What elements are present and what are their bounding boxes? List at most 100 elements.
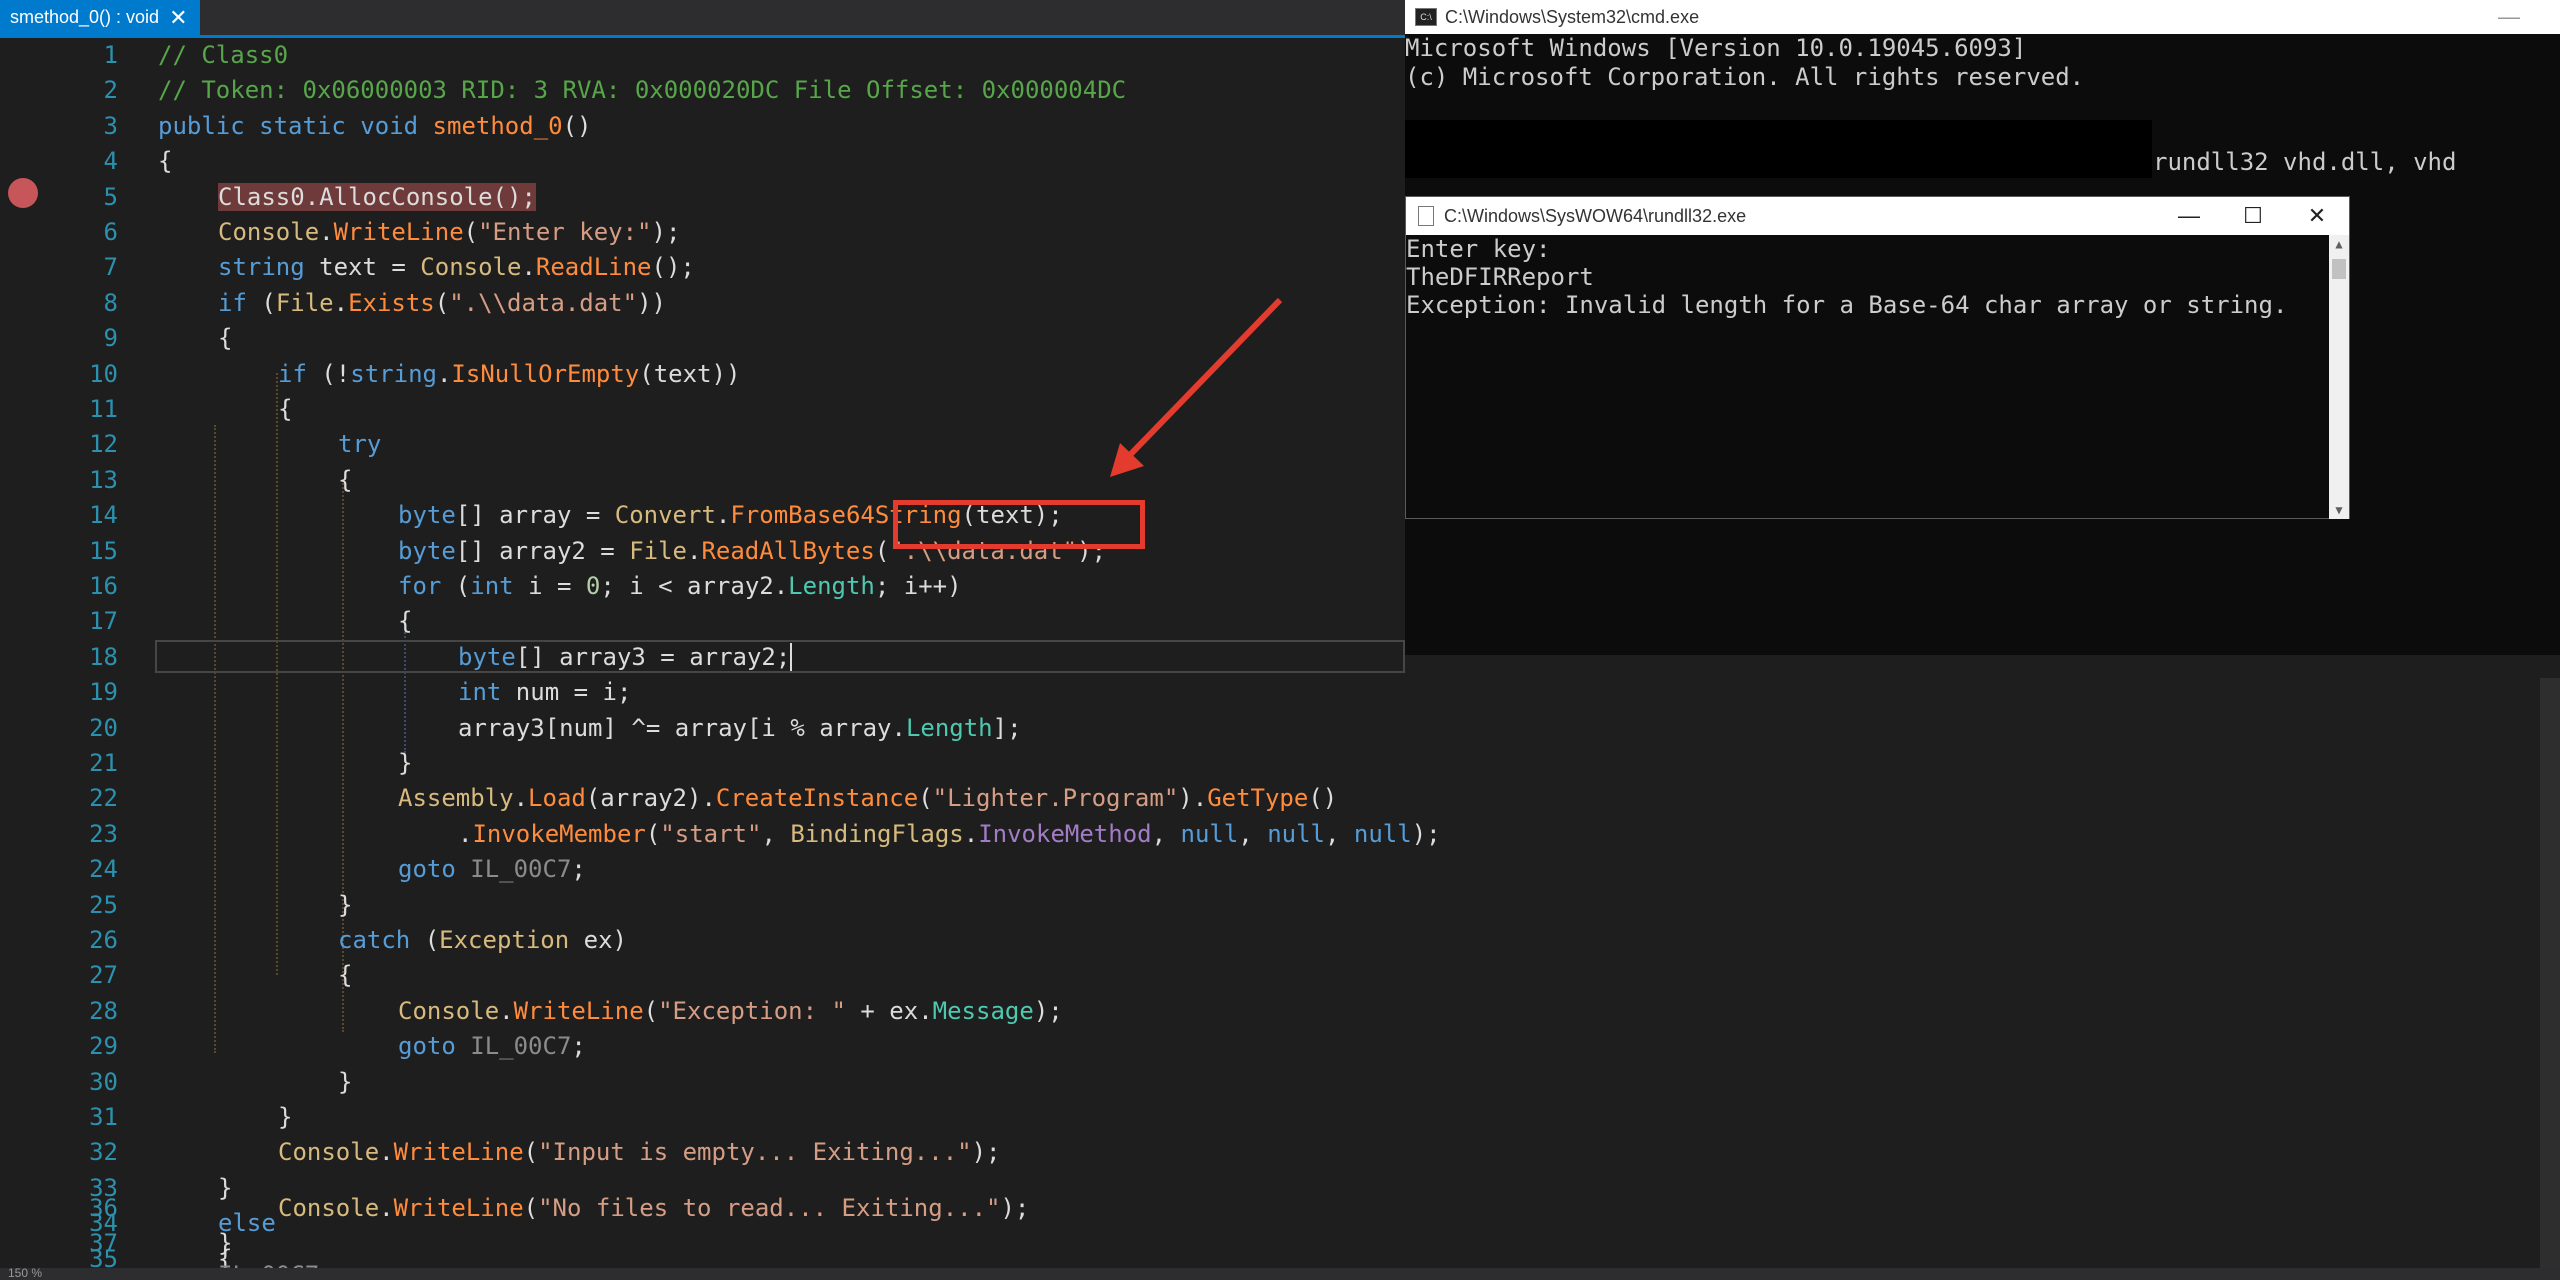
- rundll32-window[interactable]: C:\Windows\SysWOW64\rundll32.exe — ☐ ✕ E…: [1405, 196, 2350, 519]
- type-name[interactable]: BindingFlags: [790, 820, 963, 848]
- method-call[interactable]: Load: [528, 784, 586, 812]
- type-name[interactable]: Class0: [218, 183, 305, 211]
- keyword: int: [458, 678, 502, 707]
- property-name[interactable]: Length: [906, 714, 993, 742]
- code-line: 16 for (int i = 0; i < array2.Length; i+…: [0, 569, 1420, 604]
- keyword: string: [218, 253, 305, 282]
- method-call[interactable]: ReadLine: [536, 253, 652, 281]
- method-name[interactable]: smethod_0: [433, 112, 563, 140]
- keyword: goto: [398, 1032, 456, 1061]
- code-text: {: [338, 463, 352, 498]
- type-name[interactable]: Console: [278, 1194, 379, 1222]
- punct: ,: [761, 819, 791, 848]
- method-call[interactable]: WriteLine: [394, 1194, 524, 1222]
- method-call[interactable]: WriteLine: [394, 1138, 524, 1166]
- maximize-icon[interactable]: ☐: [2221, 203, 2285, 229]
- cmd-output[interactable]: Microsoft Windows [Version 10.0.19045.60…: [1405, 34, 2084, 92]
- line-number: 19: [89, 678, 118, 707]
- property-name[interactable]: Message: [933, 997, 1034, 1025]
- breakpoint-highlight: Class0.AllocConsole();: [218, 182, 536, 211]
- redacted-region: [1405, 120, 2152, 178]
- type-name[interactable]: Console: [398, 997, 499, 1025]
- line-number: 23: [89, 819, 118, 848]
- type-name[interactable]: Exception: [439, 926, 569, 954]
- code-line: 19 int num = i;: [0, 675, 1420, 710]
- rundll32-output[interactable]: Enter key: TheDFIRReport Exception: Inva…: [1406, 235, 2287, 319]
- code-line: 6 Console.WriteLine("Enter key:");: [0, 215, 1420, 250]
- brace: }: [338, 890, 353, 919]
- punct: (): [1308, 784, 1338, 813]
- line-number: 12: [89, 430, 118, 459]
- minimize-icon[interactable]: —: [2157, 203, 2221, 229]
- code-fragment: [] array =: [455, 501, 615, 530]
- goto-label[interactable]: IL_00C7: [470, 855, 571, 883]
- code-text: }: [338, 888, 352, 923]
- type-name[interactable]: Console: [278, 1138, 379, 1166]
- code-fragment: i =: [513, 572, 586, 600]
- line-number: 25: [89, 890, 118, 919]
- code-text: byte[] array3 = array2;: [458, 640, 793, 675]
- document-tab-bar: smethod_0() : void ✕: [0, 0, 1405, 38]
- method-call[interactable]: ReadAllBytes: [701, 537, 874, 565]
- rundll32-title-bar[interactable]: C:\Windows\SysWOW64\rundll32.exe — ☐ ✕: [1406, 197, 2349, 235]
- type-name[interactable]: Console: [218, 218, 319, 246]
- method-call[interactable]: CreateInstance: [716, 784, 918, 812]
- close-icon[interactable]: ✕: [2285, 203, 2349, 229]
- code-text: Console.WriteLine("Input is empty... Exi…: [278, 1138, 1001, 1167]
- keyword: byte: [458, 642, 516, 671]
- code-text: Console.WriteLine("Exception: " + ex.Mes…: [398, 996, 1063, 1025]
- code-line: 11 {: [0, 392, 1420, 427]
- cmd-line: Microsoft Windows [Version 10.0.19045.60…: [1405, 34, 2027, 62]
- code-text: Console.WriteLine("No files to read... E…: [278, 1194, 1030, 1222]
- type-name[interactable]: Assembly: [398, 784, 514, 812]
- string-literal: "Exception: ": [658, 996, 846, 1025]
- method-call[interactable]: WriteLine: [334, 218, 464, 246]
- cmd-title-bar[interactable]: C:\ C:\Windows\System32\cmd.exe —: [1405, 0, 2560, 34]
- type-name[interactable]: Console: [420, 253, 521, 281]
- console-line: Enter key:: [1406, 235, 1551, 263]
- method-call[interactable]: GetType: [1207, 784, 1308, 812]
- line-number: 10: [89, 359, 118, 388]
- method-call[interactable]: AllocConsole: [319, 183, 492, 211]
- enum-member[interactable]: InvokeMethod: [978, 820, 1151, 848]
- line-number: 21: [89, 749, 118, 777]
- code-text: try: [338, 427, 381, 462]
- punct: ;: [571, 855, 586, 884]
- keyword: public static void: [158, 111, 433, 140]
- punct: );: [1033, 996, 1063, 1025]
- method-call[interactable]: Exists: [348, 289, 435, 317]
- method-call[interactable]: InvokeMember: [472, 820, 645, 848]
- goto-label[interactable]: IL_00C7: [470, 1032, 571, 1060]
- type-name[interactable]: File: [276, 289, 334, 317]
- method-call[interactable]: WriteLine: [514, 997, 644, 1025]
- scroll-down-icon[interactable]: ▼: [2329, 503, 2349, 517]
- text-cursor: [790, 642, 793, 671]
- string-literal: "Enter key:": [478, 218, 652, 246]
- type-name[interactable]: File: [629, 537, 687, 565]
- rundll32-scrollbar[interactable]: ▲ ▼: [2329, 235, 2349, 519]
- minimize-icon[interactable]: —: [2498, 4, 2520, 30]
- code-line: 20 array3[num] ^= array[i % array.Length…: [0, 711, 1420, 746]
- code-line: 15 byte[] array2 = File.ReadAllBytes(".\…: [0, 534, 1420, 569]
- keyword: byte: [398, 501, 456, 530]
- annotation-highlight-box: [893, 500, 1145, 549]
- punct: )): [637, 288, 666, 317]
- tab-smethod-0[interactable]: smethod_0() : void ✕: [0, 0, 200, 35]
- method-call[interactable]: IsNullOrEmpty: [451, 360, 639, 388]
- code-line: 2 // Token: 0x06000003 RID: 3 RVA: 0x000…: [0, 73, 1420, 108]
- code-line: 29 goto IL_00C7;: [0, 1029, 1420, 1064]
- punct: ,: [1325, 819, 1354, 848]
- type-name[interactable]: Convert: [615, 501, 716, 529]
- editor-scrollbar[interactable]: [2540, 678, 2560, 1268]
- scroll-up-icon[interactable]: ▲: [2329, 237, 2349, 251]
- code-line: 31 }: [0, 1100, 1420, 1135]
- scroll-thumb[interactable]: [2332, 259, 2346, 279]
- brace: }: [338, 1067, 353, 1096]
- zoom-level[interactable]: 150 %: [8, 1266, 42, 1280]
- code-text: {: [338, 958, 352, 993]
- line-number: 4: [103, 147, 118, 176]
- line-number: 7: [103, 253, 118, 282]
- close-icon[interactable]: ✕: [169, 6, 187, 29]
- line-number: 15: [89, 536, 118, 565]
- property-name[interactable]: Length: [788, 572, 875, 600]
